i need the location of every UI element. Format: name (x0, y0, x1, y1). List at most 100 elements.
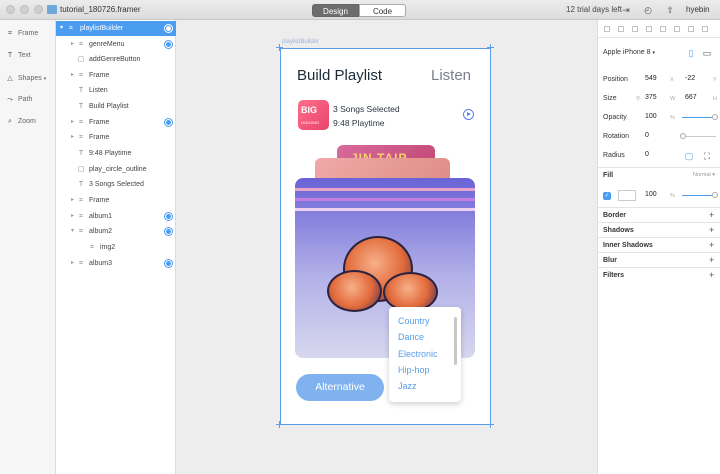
genre-option[interactable]: Electronic (398, 349, 438, 359)
tool-path[interactable]: ⤳ Path (5, 96, 32, 110)
resize-handle[interactable] (487, 44, 494, 51)
genre-option[interactable]: Country (398, 316, 430, 326)
mirror-icon[interactable]: ◴ (643, 5, 653, 15)
export-icon[interactable]: ⇥ (621, 5, 631, 15)
rotation-field[interactable]: 0 (645, 130, 649, 142)
align-center-icon[interactable] (618, 26, 624, 32)
opacity-slider-knob[interactable] (712, 114, 718, 120)
distribute-h-icon[interactable] (688, 26, 694, 32)
layer-row[interactable]: T Listen (56, 83, 176, 98)
tool-label: Zoom (18, 118, 36, 125)
genre-option[interactable]: Dance (398, 332, 424, 342)
border-section[interactable]: Border + (598, 207, 720, 222)
fill-label: Fill (603, 172, 614, 179)
layer-row[interactable]: ▢ play_circle_outline (56, 162, 176, 177)
play-circle-icon[interactable] (463, 109, 474, 120)
align-bottom-icon[interactable] (674, 26, 680, 32)
layer-row[interactable]: ▾ ⌗ album2 (56, 224, 176, 239)
align-top-icon[interactable] (646, 26, 652, 32)
add-blur-icon[interactable]: + (709, 255, 714, 265)
layer-row[interactable]: ⌗ img2 (56, 240, 176, 255)
fill-color-swatch[interactable] (618, 190, 636, 201)
genre-option[interactable]: Jazz (398, 381, 417, 391)
tool-frame[interactable]: ⌗ Frame (5, 30, 38, 44)
resize-handle[interactable] (276, 421, 283, 428)
target-icon[interactable] (165, 228, 172, 235)
align-right-icon[interactable] (632, 26, 638, 32)
device-label: Apple iPhone 8 (603, 49, 651, 56)
tab-design[interactable]: Design (312, 4, 359, 17)
layer-row[interactable]: T Build Playlist (56, 99, 176, 114)
genre-menu-dropdown[interactable]: Country Dance Electronic Hip-hop Jazz (389, 307, 461, 402)
align-middle-icon[interactable] (660, 26, 666, 32)
blur-section[interactable]: Blur + (598, 252, 720, 267)
layer-row[interactable]: ▸ ⌗ album3 (56, 256, 176, 271)
share-icon[interactable]: ⇧ (665, 5, 675, 15)
target-icon[interactable] (165, 213, 172, 220)
portrait-icon[interactable]: ▯ (686, 48, 696, 58)
height-field[interactable]: 667 (685, 92, 697, 104)
genre-option[interactable]: Hip-hop (398, 365, 430, 375)
alternative-genre-button[interactable]: Alternative (296, 374, 384, 401)
distribute-v-icon[interactable] (702, 26, 708, 32)
filters-section[interactable]: Filters + (598, 267, 720, 282)
dropdown-scrollbar[interactable] (454, 317, 457, 365)
window-minimize-button[interactable] (20, 5, 29, 14)
layer-row[interactable]: ▸ ⌗ album1 (56, 209, 176, 224)
shadows-section[interactable]: Shadows + (598, 222, 720, 237)
fill-checkbox[interactable]: ✓ (603, 192, 611, 200)
fill-opacity-field[interactable]: 100 (645, 189, 657, 201)
lock-icon[interactable]: ⚲ (636, 96, 640, 102)
listen-tab[interactable]: Listen (431, 67, 471, 84)
album-thumbnail: BIG HOLDING (298, 100, 329, 130)
layer-row[interactable]: ▸ ⌗ Frame (56, 193, 176, 208)
fill-opacity-slider[interactable] (682, 195, 716, 196)
tool-text[interactable]: T Text (5, 52, 31, 66)
layer-row[interactable]: T3 Songs Selected (56, 177, 176, 192)
radius-field[interactable]: 0 (645, 149, 649, 161)
landscape-icon[interactable]: ▭ (702, 48, 712, 58)
rotation-slider-knob[interactable] (680, 133, 686, 139)
unit-w: W (670, 96, 676, 102)
tool-shapes[interactable]: △ Shapes ▾ (5, 74, 46, 88)
fill-opacity-slider-knob[interactable] (712, 192, 718, 198)
window-close-button[interactable] (6, 5, 15, 14)
layer-row[interactable]: ▸ ⌗ Frame (56, 68, 176, 83)
layer-row[interactable]: ▾ ⌗ playlistBuilder (56, 21, 176, 36)
opacity-field[interactable]: 100 (645, 111, 657, 123)
opacity-slider[interactable] (682, 117, 716, 118)
fill-opacity-unit: % (670, 193, 675, 199)
width-field[interactable]: 375 (645, 92, 657, 104)
position-y-field[interactable]: -22 (685, 73, 695, 85)
target-icon[interactable] (165, 119, 172, 126)
user-name[interactable]: hyebin (686, 5, 710, 14)
rotation-slider[interactable] (682, 136, 716, 137)
file-icon (47, 5, 57, 14)
tool-zoom[interactable]: ⌕ Zoom (5, 118, 36, 132)
target-icon[interactable] (165, 260, 172, 267)
layer-row[interactable]: ▸ ⌗ Frame (56, 130, 176, 145)
window-zoom-button[interactable] (34, 5, 43, 14)
layer-label: Listen (89, 87, 108, 94)
inner-shadows-section[interactable]: Inner Shadows + (598, 237, 720, 252)
tab-code[interactable]: Code (359, 4, 406, 17)
resize-handle[interactable] (487, 421, 494, 428)
blend-mode-select[interactable]: Normal ▾ (693, 172, 715, 178)
target-icon[interactable] (165, 25, 172, 32)
layer-row[interactable]: ▸ ⌗ Frame (56, 115, 176, 130)
add-border-icon[interactable]: + (709, 210, 714, 220)
radius-individual-icon[interactable]: ⛶ (702, 151, 712, 161)
layer-row[interactable]: T 9:48 Playtime (56, 146, 176, 161)
align-left-icon[interactable] (604, 26, 610, 32)
add-shadow-icon[interactable]: + (709, 225, 714, 235)
resize-handle[interactable] (276, 44, 283, 51)
layer-row[interactable]: ▸ ⌗ genreMenu (56, 37, 176, 52)
frame-label[interactable]: playlistBuilder (282, 39, 319, 45)
add-filter-icon[interactable]: + (709, 270, 714, 280)
device-select[interactable]: Apple iPhone 8 ▾ (603, 49, 655, 56)
target-icon[interactable] (165, 41, 172, 48)
add-inner-shadow-icon[interactable]: + (709, 240, 714, 250)
position-x-field[interactable]: 549 (645, 73, 657, 85)
radius-all-icon[interactable]: ▢ (684, 151, 694, 161)
layer-row[interactable]: ▢ addGenreButton (56, 52, 176, 67)
